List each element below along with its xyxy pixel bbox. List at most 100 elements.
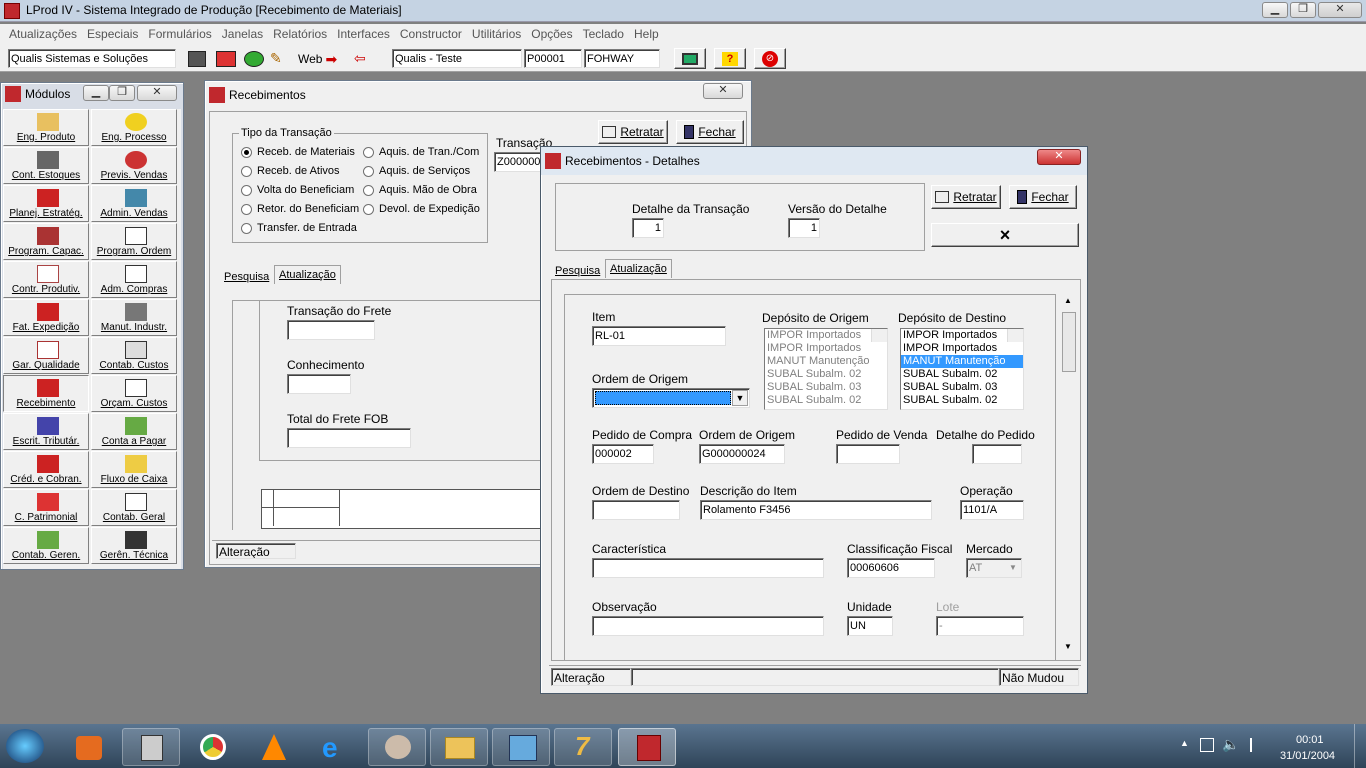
module-manut-industr[interactable]: Manut. Industr. bbox=[91, 299, 177, 336]
calculator-icon[interactable] bbox=[188, 51, 206, 67]
deposito-origem-row[interactable]: IMPOR Importados bbox=[765, 329, 887, 342]
module-contab-custos[interactable]: Contab. Custos bbox=[91, 337, 177, 374]
module-admin-vendas[interactable]: Admin. Vendas bbox=[91, 185, 177, 222]
module-program-ordem[interactable]: Program. Ordem bbox=[91, 223, 177, 260]
operacao-field[interactable]: 1101/A bbox=[960, 500, 1024, 520]
module-adm-compras[interactable]: Adm. Compras bbox=[91, 261, 177, 298]
chevron-down-icon[interactable]: ▼ bbox=[732, 390, 748, 406]
calendar-icon[interactable] bbox=[216, 51, 236, 67]
detalhes-close[interactable]: ✕ bbox=[1037, 149, 1081, 165]
scroll-down-icon[interactable]: ▼ bbox=[1064, 642, 1072, 651]
ordem-origem-combo[interactable]: ▼ bbox=[592, 388, 750, 408]
unidade-field[interactable]: UN bbox=[847, 616, 893, 636]
modulos-minimize[interactable]: ▁ bbox=[83, 85, 109, 101]
radio-receb-ativos[interactable]: Receb. de Ativos bbox=[241, 165, 340, 177]
module-orcam-custos[interactable]: Orçam. Custos bbox=[91, 375, 177, 412]
menu-janelas[interactable]: Janelas bbox=[222, 27, 263, 46]
module-contab-geral[interactable]: Contab. Geral bbox=[91, 489, 177, 526]
show-desktop-button[interactable] bbox=[1354, 724, 1366, 768]
deposito-origem-row[interactable]: MANUT Manutenção bbox=[765, 355, 887, 368]
modulos-close[interactable]: ✕ bbox=[137, 85, 177, 101]
radio-aquis-servicos[interactable]: Aquis. de Serviços bbox=[363, 165, 470, 177]
module-eng-produto[interactable]: Eng. Produto bbox=[3, 109, 89, 146]
detalhes-vertical-scrollbar[interactable]: ▲ ▼ bbox=[1062, 294, 1078, 654]
detalhe-field[interactable]: 1 bbox=[632, 218, 664, 238]
menu-constructor[interactable]: Constructor bbox=[400, 27, 462, 46]
scroll-thumb[interactable] bbox=[1062, 312, 1076, 372]
web-button[interactable]: Web ➡ bbox=[298, 50, 337, 68]
module-conta-a-pagar[interactable]: Conta a Pagar bbox=[91, 413, 177, 450]
deposito-origem-row[interactable]: SUBAL Subalm. 03 bbox=[765, 381, 887, 394]
maximize-button[interactable]: ❐ bbox=[1290, 2, 1316, 18]
menu-utilitarios[interactable]: Utilitários bbox=[472, 27, 521, 46]
module-gar-qualidade[interactable]: Gar. Qualidade bbox=[3, 337, 89, 374]
ordem-destino-field[interactable] bbox=[592, 500, 680, 520]
clock-date[interactable]: 31/01/2004 bbox=[1280, 750, 1335, 762]
menu-atualizacoes[interactable]: Atualizações bbox=[9, 27, 77, 46]
module-geren-tecnica[interactable]: Gerên. Técnica bbox=[91, 527, 177, 564]
detalhes-tab-atualizacao[interactable]: Atualização bbox=[605, 259, 672, 278]
minimize-button[interactable]: ▁ bbox=[1262, 2, 1288, 18]
radio-aquis-tran-com[interactable]: Aquis. de Tran./Com bbox=[363, 146, 479, 158]
detalhe-pedido-field[interactable] bbox=[972, 444, 1022, 464]
versao-field[interactable]: 1 bbox=[788, 218, 820, 238]
observacao-field[interactable] bbox=[592, 616, 824, 636]
lote-field[interactable]: - bbox=[936, 616, 1024, 636]
globe-icon[interactable] bbox=[244, 51, 264, 67]
radio-retor-beneficiam[interactable]: Retor. do Beneficiam bbox=[241, 203, 359, 215]
taskbar-chrome[interactable] bbox=[184, 728, 242, 766]
tray-arrow-icon[interactable]: ▲ bbox=[1180, 738, 1189, 748]
pedido-compra-field[interactable]: 000002 bbox=[592, 444, 654, 464]
clock-time[interactable]: 00:01 bbox=[1296, 734, 1324, 746]
menu-help[interactable]: Help bbox=[634, 27, 659, 46]
deposito-destino-row[interactable]: IMPOR Importados bbox=[901, 329, 1023, 342]
caracteristica-field[interactable] bbox=[592, 558, 824, 578]
menu-opcoes[interactable]: Opções bbox=[531, 27, 572, 46]
taskbar-calculator[interactable] bbox=[122, 728, 180, 766]
mercado-select[interactable]: AT ▼ bbox=[966, 558, 1022, 578]
help-button[interactable]: ? bbox=[714, 48, 746, 69]
tray-flag-icon[interactable] bbox=[1250, 738, 1262, 752]
pedido-venda-field[interactable] bbox=[836, 444, 900, 464]
detalhes-tab-pesquisa[interactable]: Pesquisa bbox=[551, 262, 604, 280]
deposito-destino-row[interactable]: IMPOR Importados bbox=[901, 342, 1023, 355]
module-contab-geren[interactable]: Contab. Geren. bbox=[3, 527, 89, 564]
deposito-origem-row[interactable]: SUBAL Subalm. 02 bbox=[765, 368, 887, 381]
taskbar-explorer[interactable] bbox=[430, 728, 488, 766]
classificacao-field[interactable]: 00060606 bbox=[847, 558, 935, 578]
close-button[interactable]: ✕ bbox=[1318, 2, 1362, 18]
module-fluxo-de-caixa[interactable]: Fluxo de Caixa bbox=[91, 451, 177, 488]
module-previs-vendas[interactable]: Previs. Vendas bbox=[91, 147, 177, 184]
deposito-destino-row[interactable]: SUBAL Subalm. 03 bbox=[901, 381, 1023, 394]
descricao-field[interactable]: Rolamento F3456 bbox=[700, 500, 932, 520]
module-escrit-tributar[interactable]: Escrit. Tributár. bbox=[3, 413, 89, 450]
detalhes-retratar-button[interactable]: Retratar bbox=[931, 185, 1001, 209]
module-fat-expedicao[interactable]: Fat. Expedição bbox=[3, 299, 89, 336]
frete-field[interactable] bbox=[287, 320, 375, 340]
menu-teclado[interactable]: Teclado bbox=[583, 27, 624, 46]
recebimentos-retratar-button[interactable]: Retratar bbox=[598, 120, 668, 144]
tab-atualizacao[interactable]: Atualização bbox=[274, 265, 341, 284]
radio-devol-expedicao[interactable]: Devol. de Expedição bbox=[363, 203, 480, 215]
menu-especiais[interactable]: Especiais bbox=[87, 27, 138, 46]
deposito-origem-list[interactable]: IMPOR Importados IMPOR Importados MANUT … bbox=[764, 328, 888, 410]
modulos-maximize[interactable]: ❐ bbox=[109, 85, 135, 101]
taskbar-network[interactable] bbox=[492, 728, 550, 766]
menu-formularios[interactable]: Formulários bbox=[148, 27, 211, 46]
taskbar-ie[interactable]: e bbox=[306, 728, 364, 766]
taskbar-app-7[interactable]: 7 bbox=[554, 728, 612, 766]
pen-icon[interactable]: ✎ bbox=[270, 51, 292, 67]
module-eng-processo[interactable]: Eng. Processo bbox=[91, 109, 177, 146]
deposito-origem-scrollbar[interactable] bbox=[871, 329, 887, 342]
taskbar-lprod[interactable] bbox=[618, 728, 676, 766]
deposito-destino-row-selected[interactable]: MANUT Manutenção bbox=[901, 355, 1023, 368]
radio-receb-materiais[interactable]: Receb. de Materiais bbox=[241, 146, 355, 158]
taskbar-media-player[interactable] bbox=[60, 728, 118, 766]
start-button[interactable] bbox=[6, 729, 44, 763]
deposito-origem-row[interactable]: IMPOR Importados bbox=[765, 342, 887, 355]
module-cont-estoques[interactable]: Cont. Estoques bbox=[3, 147, 89, 184]
mercado-chevron-icon[interactable]: ▼ bbox=[1006, 560, 1020, 576]
tray-network-icon[interactable] bbox=[1200, 738, 1214, 752]
deposito-destino-list[interactable]: IMPOR Importados IMPOR Importados MANUT … bbox=[900, 328, 1024, 410]
deposito-origem-row[interactable]: SUBAL Subalm. 02 bbox=[765, 394, 887, 407]
